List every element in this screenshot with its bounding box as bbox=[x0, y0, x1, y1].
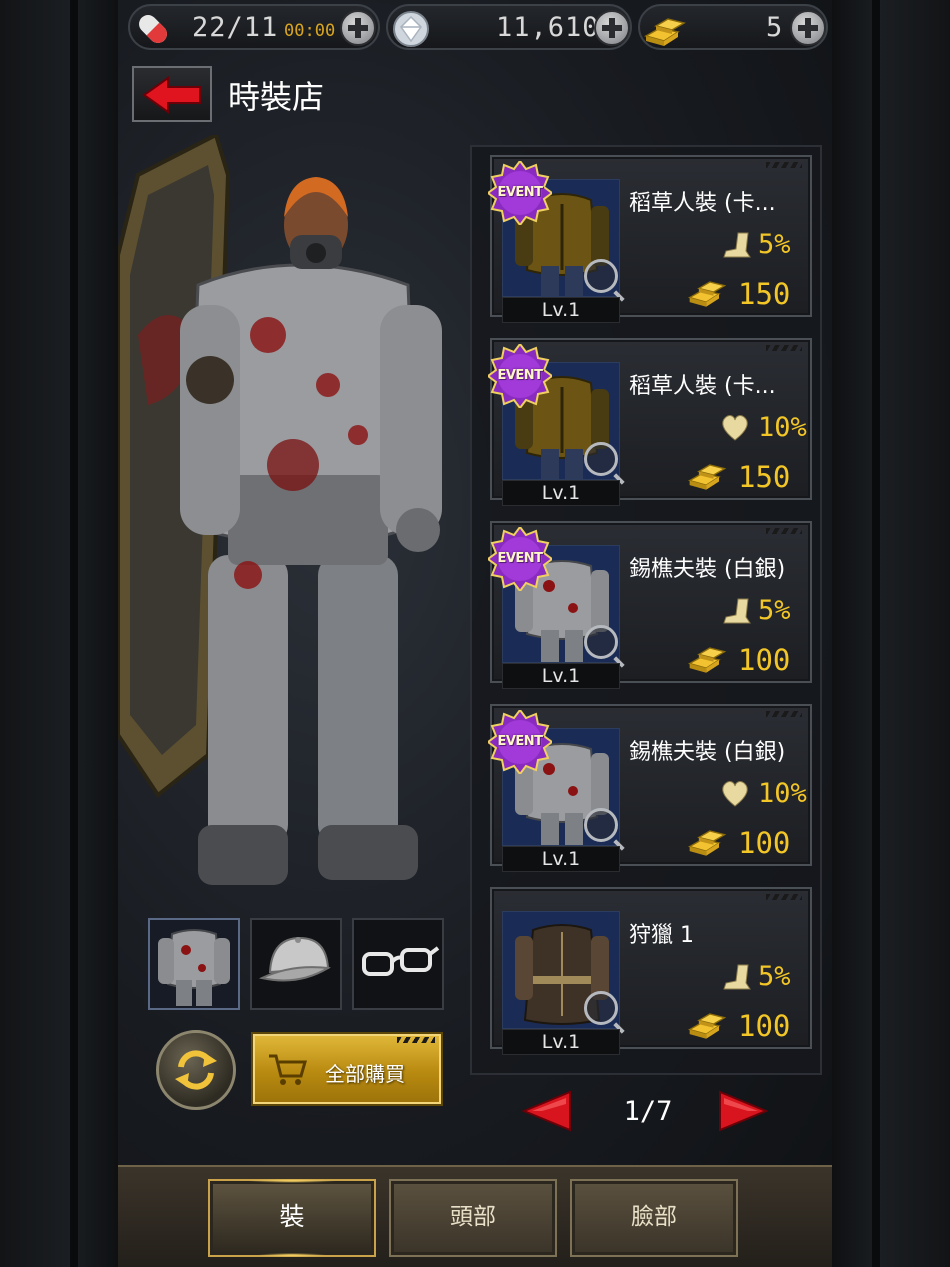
stripe-decoration bbox=[397, 1037, 435, 1043]
item-stat-value: 5% bbox=[758, 229, 791, 260]
shop-item-card-1[interactable]: Lv.1 稻草人裝 (卡... 5% 150 EVENT bbox=[486, 155, 812, 323]
event-badge-label: EVENT bbox=[497, 551, 543, 566]
shop-item-card-5[interactable]: Lv.1 狩獵 1 5% 100 bbox=[490, 887, 812, 1055]
character-preview[interactable] bbox=[118, 135, 478, 905]
item-name: 稻草人裝 (卡... bbox=[629, 191, 776, 216]
magnifier-icon[interactable] bbox=[584, 808, 618, 842]
slot-head[interactable] bbox=[250, 918, 342, 1010]
magnifier-icon[interactable] bbox=[584, 991, 618, 1025]
event-badge: EVENT bbox=[486, 342, 554, 410]
item-price: 100 bbox=[738, 826, 791, 860]
item-list: Lv.1 稻草人裝 (卡... 5% 150 EVENT Lv.1 稻草人裝 (… bbox=[470, 145, 822, 1075]
item-level: Lv.1 bbox=[502, 297, 620, 323]
item-stat-value: 5% bbox=[758, 961, 791, 992]
gems-counter: 11,610 bbox=[386, 4, 632, 50]
back-button[interactable] bbox=[132, 66, 212, 122]
stripe-decoration bbox=[766, 528, 802, 534]
stamina-pill-icon bbox=[139, 15, 167, 43]
add-gems-button[interactable] bbox=[594, 10, 630, 46]
shop-item-card-2[interactable]: Lv.1 稻草人裝 (卡... 10% 150 EVENT bbox=[486, 338, 812, 506]
stripe-decoration bbox=[766, 711, 802, 717]
gems-value: 11,610 bbox=[496, 12, 600, 43]
event-badge-label: EVENT bbox=[497, 734, 543, 749]
category-tab-bar: 裝 頭部 臉部 bbox=[118, 1165, 832, 1267]
slot-face[interactable] bbox=[352, 918, 444, 1010]
item-name: 狩獵 1 bbox=[629, 923, 694, 948]
event-badge: EVENT bbox=[486, 159, 554, 227]
add-gold-button[interactable] bbox=[790, 10, 826, 46]
item-level: Lv.1 bbox=[502, 846, 620, 872]
item-level: Lv.1 bbox=[502, 1029, 620, 1055]
buy-all-button[interactable]: 全部購買 bbox=[251, 1032, 443, 1106]
boot-icon bbox=[723, 598, 751, 624]
item-price: 150 bbox=[738, 277, 791, 311]
event-badge-label: EVENT bbox=[497, 368, 543, 383]
cart-icon bbox=[269, 1054, 307, 1085]
event-badge: EVENT bbox=[486, 708, 554, 776]
item-name: 錫樵夫裝 (白銀) bbox=[629, 557, 786, 582]
item-price: 150 bbox=[738, 460, 791, 494]
boot-icon bbox=[723, 964, 751, 990]
magnifier-icon[interactable] bbox=[584, 442, 618, 476]
stamina-counter: 22/11 00:00 bbox=[128, 4, 380, 50]
item-level: Lv.1 bbox=[502, 480, 620, 506]
heart-icon bbox=[722, 415, 748, 441]
refresh-button[interactable] bbox=[156, 1030, 236, 1110]
glasses-icon bbox=[362, 946, 440, 976]
gold-bars-icon bbox=[687, 281, 727, 307]
page-title: 時裝店 bbox=[228, 78, 325, 116]
add-stamina-button[interactable] bbox=[340, 10, 376, 46]
heart-icon bbox=[722, 781, 748, 807]
page-indicator: 1/7 bbox=[623, 1096, 673, 1127]
item-price: 100 bbox=[738, 1009, 791, 1043]
gold-bars-icon bbox=[644, 18, 686, 46]
gold-bars-icon bbox=[687, 647, 727, 673]
refresh-icon bbox=[175, 1050, 217, 1090]
next-page-button[interactable] bbox=[718, 1090, 768, 1132]
tab-head[interactable]: 頭部 bbox=[389, 1179, 557, 1257]
item-stat-value: 5% bbox=[758, 595, 791, 626]
gold-bars-icon bbox=[687, 1013, 727, 1039]
item-stat-value: 10% bbox=[758, 412, 807, 443]
stamina-value: 22/11 bbox=[192, 12, 279, 43]
magnifier-icon[interactable] bbox=[584, 625, 618, 659]
stamina-timer: 00:00 bbox=[284, 21, 336, 41]
gold-counter: 5 bbox=[638, 4, 828, 50]
resource-bar: 22/11 00:00 11,610 5 bbox=[128, 4, 828, 52]
item-price: 100 bbox=[738, 643, 791, 677]
stripe-decoration bbox=[766, 345, 802, 351]
diamond-icon bbox=[393, 11, 429, 47]
boot-icon bbox=[723, 232, 751, 258]
item-name: 稻草人裝 (卡... bbox=[629, 374, 776, 399]
gold-bars-icon bbox=[687, 464, 727, 490]
back-arrow-icon bbox=[142, 76, 201, 114]
left-bezel bbox=[0, 0, 118, 1267]
armor-icon bbox=[158, 929, 230, 1006]
shop-item-card-4[interactable]: Lv.1 錫樵夫裝 (白銀) 10% 100 EVENT bbox=[486, 704, 812, 872]
fashion-shop-screen: 22/11 00:00 11,610 5 時裝店 全部購買 Lv.1 稻草人裝 … bbox=[118, 0, 832, 1267]
cap-icon bbox=[258, 936, 332, 982]
event-badge-label: EVENT bbox=[497, 185, 543, 200]
prev-page-button[interactable] bbox=[522, 1090, 572, 1132]
item-level: Lv.1 bbox=[502, 663, 620, 689]
stripe-decoration bbox=[766, 162, 802, 168]
gold-value: 5 bbox=[766, 12, 784, 43]
right-bezel bbox=[832, 0, 950, 1267]
magnifier-icon[interactable] bbox=[584, 259, 618, 293]
gold-bars-icon bbox=[687, 830, 727, 856]
buy-all-label: 全部購買 bbox=[325, 1062, 405, 1086]
tab-face[interactable]: 臉部 bbox=[570, 1179, 738, 1257]
item-name: 錫樵夫裝 (白銀) bbox=[629, 740, 786, 765]
stripe-decoration bbox=[766, 894, 802, 900]
slot-outfit[interactable] bbox=[148, 918, 240, 1010]
item-stat-value: 10% bbox=[758, 778, 807, 809]
tab-outfit[interactable]: 裝 bbox=[208, 1179, 376, 1257]
shop-item-card-3[interactable]: Lv.1 錫樵夫裝 (白銀) 5% 100 EVENT bbox=[486, 521, 812, 689]
event-badge: EVENT bbox=[486, 525, 554, 593]
